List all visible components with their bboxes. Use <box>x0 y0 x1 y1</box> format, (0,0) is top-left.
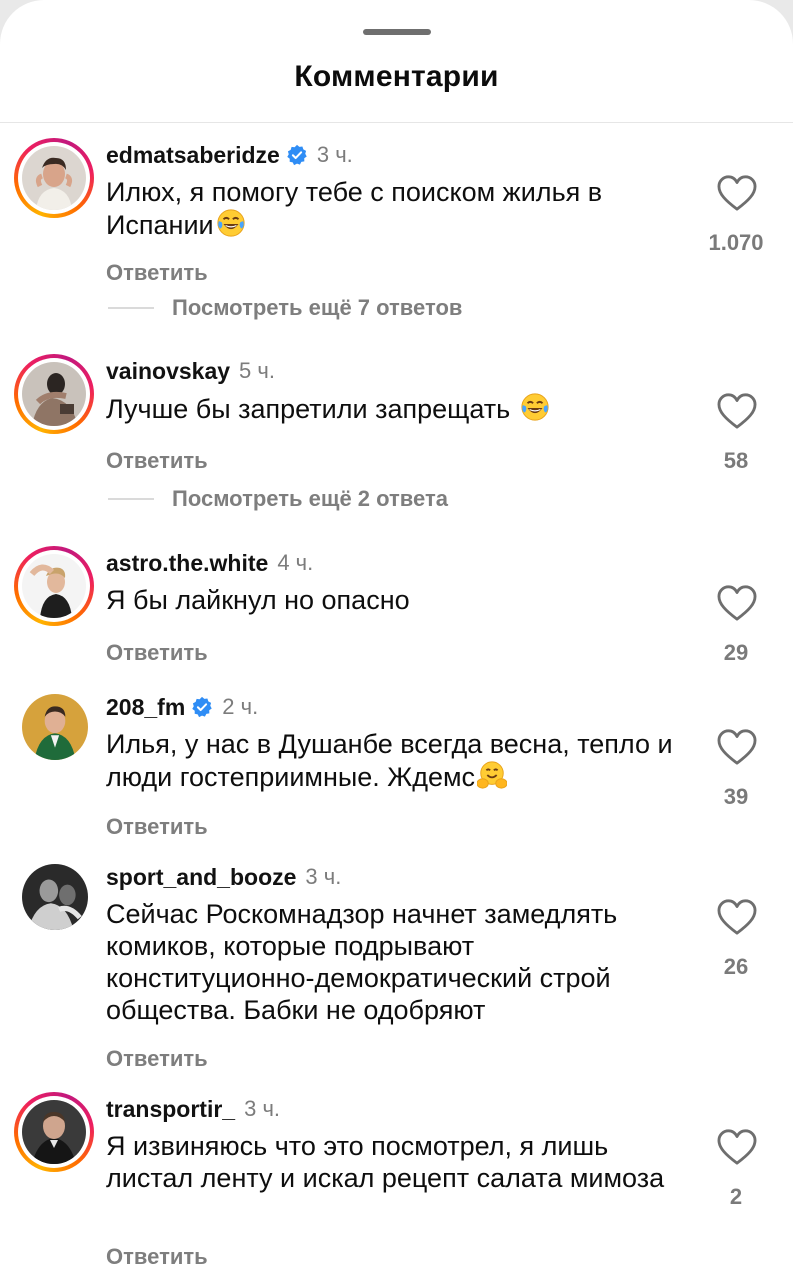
like-count: 26 <box>723 954 749 979</box>
face-with-tears-of-joy-emoji-icon <box>216 208 246 238</box>
like-heart-icon[interactable] <box>716 728 758 766</box>
username[interactable]: transportir_ <box>106 1096 235 1123</box>
reply-button[interactable]: Ответить <box>106 1244 208 1270</box>
header-divider <box>0 122 793 123</box>
like-count: 1.070 <box>708 230 764 255</box>
comment-time: 3 ч. <box>244 1096 281 1121</box>
comment-text: Сейчас Роскомнадзор начнет замедлять ком… <box>106 899 618 1025</box>
avatar[interactable] <box>22 864 88 930</box>
username[interactable]: 208_fm <box>106 694 185 721</box>
reply-button[interactable]: Ответить <box>106 814 208 840</box>
comment-time: 2 ч. <box>222 694 259 719</box>
like-count: 39 <box>723 784 749 809</box>
view-more-replies-label: Посмотреть ещё 7 ответов <box>172 295 463 320</box>
sheet-title: Комментарии <box>294 60 499 93</box>
reply-button[interactable]: Ответить <box>106 260 208 286</box>
username[interactable]: sport_and_booze <box>106 864 296 891</box>
like-heart-icon[interactable] <box>716 898 758 936</box>
like-heart-icon[interactable] <box>716 392 758 430</box>
comment-text: Лучше бы запретили запрещать <box>106 392 696 425</box>
username[interactable]: vainovskay <box>106 358 230 385</box>
replies-divider <box>108 307 154 309</box>
comment-time: 5 ч. <box>239 358 275 383</box>
username[interactable]: astro.the.white <box>106 550 268 577</box>
like-count: 29 <box>723 640 749 665</box>
like-heart-icon[interactable] <box>716 1128 758 1166</box>
comment-text: Я бы лайкнул но опасно <box>106 585 410 615</box>
like-count: 2 <box>729 1184 743 1209</box>
comment-text: Илюх, я помогу тебе с поиском жилья в Ис… <box>106 177 603 240</box>
avatar[interactable] <box>14 138 94 218</box>
comment-time: 4 ч. <box>277 550 314 575</box>
hugging-face-emoji-icon <box>477 760 508 790</box>
avatar[interactable] <box>14 546 94 626</box>
view-more-replies-label: Посмотреть ещё 2 ответа <box>172 486 448 511</box>
verified-badge-icon <box>191 696 213 718</box>
reply-button[interactable]: Ответить <box>106 448 208 474</box>
avatar[interactable] <box>22 694 88 760</box>
avatar[interactable] <box>14 1092 94 1172</box>
verified-badge-icon <box>286 144 308 166</box>
comments-sheet: Комментарии edmatsaberidze 3 ч. Илюх, я … <box>0 0 793 1280</box>
username[interactable]: edmatsaberidze <box>106 142 280 169</box>
comment-time: 3 ч. <box>305 864 342 889</box>
face-with-tears-of-joy-emoji-icon <box>520 392 550 422</box>
sheet-grabber-handle[interactable] <box>363 29 431 35</box>
like-heart-icon[interactable] <box>716 174 758 212</box>
like-count: 58 <box>723 448 749 473</box>
comment-time: 3 ч. <box>316 142 353 167</box>
replies-divider <box>108 498 154 500</box>
view-more-replies-button[interactable]: Посмотреть ещё 7 ответов <box>108 293 462 323</box>
comment-text: Илья, у нас в Душанбе всегда весна, тепл… <box>106 729 673 792</box>
reply-button[interactable]: Ответить <box>106 640 208 666</box>
like-heart-icon[interactable] <box>716 584 758 622</box>
comment-text: Я извиняюсь что это посмотрел, я лишь ли… <box>106 1131 665 1193</box>
view-more-replies-button[interactable]: Посмотреть ещё 2 ответа <box>108 484 448 514</box>
reply-button[interactable]: Ответить <box>106 1046 208 1072</box>
avatar[interactable] <box>14 354 94 434</box>
